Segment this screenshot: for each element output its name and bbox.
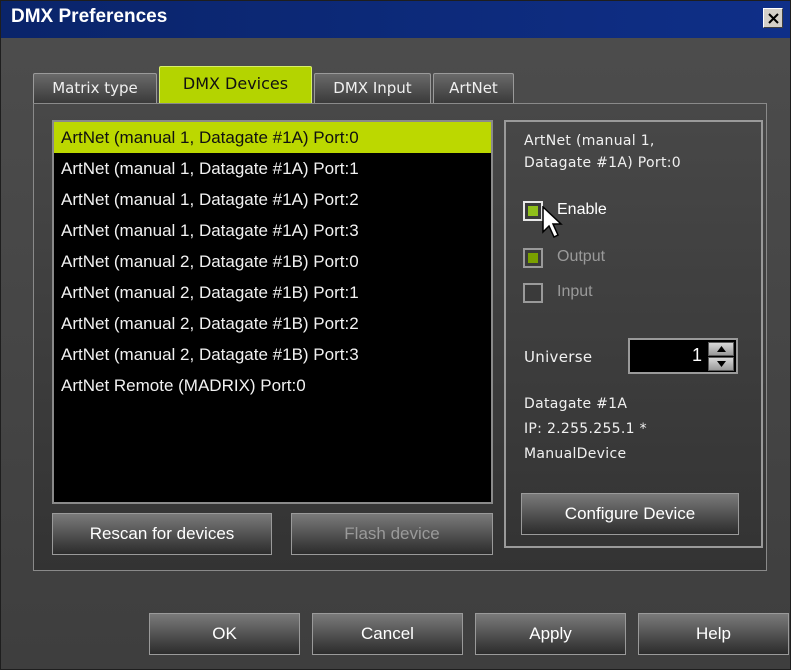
tab-artnet[interactable]: ArtNet <box>433 73 514 103</box>
device-list[interactable]: ArtNet (manual 1, Datagate #1A) Port:0 A… <box>52 120 493 504</box>
list-item[interactable]: ArtNet (manual 1, Datagate #1A) Port:3 <box>54 215 491 246</box>
cancel-button[interactable]: Cancel <box>312 613 463 655</box>
input-checkbox[interactable] <box>523 283 543 303</box>
list-item[interactable]: ArtNet (manual 2, Datagate #1B) Port:1 <box>54 277 491 308</box>
output-label: Output <box>557 248 606 265</box>
universe-label: Universe <box>524 348 593 366</box>
universe-decrement-button[interactable] <box>708 357 734 371</box>
configure-device-button[interactable]: Configure Device <box>521 493 739 535</box>
list-item[interactable]: ArtNet Remote (MADRIX) Port:0 <box>54 370 491 401</box>
checkbox-check-mark <box>528 253 538 263</box>
device-info-type: ManualDevice <box>524 446 627 462</box>
ok-button[interactable]: OK <box>149 613 300 655</box>
universe-stepper[interactable]: 1 <box>628 338 738 374</box>
input-label: Input <box>557 283 593 300</box>
device-name-line2: Datagate #1A) Port:0 <box>524 155 681 171</box>
list-item[interactable]: ArtNet (manual 1, Datagate #1A) Port:1 <box>54 153 491 184</box>
tab-dmx-devices[interactable]: DMX Devices <box>159 66 312 104</box>
universe-value[interactable]: 1 <box>692 345 702 366</box>
enable-checkbox[interactable] <box>523 201 543 221</box>
list-item[interactable]: ArtNet (manual 2, Datagate #1B) Port:3 <box>54 339 491 370</box>
arrow-up-icon <box>717 346 726 352</box>
close-icon <box>768 13 779 24</box>
list-item[interactable]: ArtNet (manual 1, Datagate #1A) Port:0 <box>54 122 491 153</box>
arrow-down-icon <box>717 361 726 367</box>
close-button[interactable] <box>763 8 783 28</box>
device-info-ip: IP: 2.255.255.1 * <box>524 421 647 437</box>
list-item[interactable]: ArtNet (manual 2, Datagate #1B) Port:0 <box>54 246 491 277</box>
list-item[interactable]: ArtNet (manual 1, Datagate #1A) Port:2 <box>54 184 491 215</box>
enable-label: Enable <box>557 201 607 218</box>
apply-button[interactable]: Apply <box>475 613 626 655</box>
tab-dmx-input[interactable]: DMX Input <box>314 73 431 103</box>
output-checkbox[interactable] <box>523 248 543 268</box>
title-bar[interactable]: DMX Preferences <box>1 1 790 38</box>
tab-matrix-type[interactable]: Matrix type <box>33 73 157 103</box>
flash-device-button[interactable]: Flash device <box>291 513 493 555</box>
window-title: DMX Preferences <box>11 6 168 27</box>
rescan-devices-button[interactable]: Rescan for devices <box>52 513 272 555</box>
dmx-preferences-window: DMX Preferences Matrix type DMX Devices … <box>0 0 791 670</box>
universe-increment-button[interactable] <box>708 342 734 356</box>
device-name-line1: ArtNet (manual 1, <box>524 133 655 149</box>
device-info-name: Datagate #1A <box>524 396 628 412</box>
device-settings-box <box>504 120 763 548</box>
mouse-pointer-icon <box>542 206 563 239</box>
list-item[interactable]: ArtNet (manual 2, Datagate #1B) Port:2 <box>54 308 491 339</box>
help-button[interactable]: Help <box>638 613 789 655</box>
checkbox-check-mark <box>528 206 538 216</box>
